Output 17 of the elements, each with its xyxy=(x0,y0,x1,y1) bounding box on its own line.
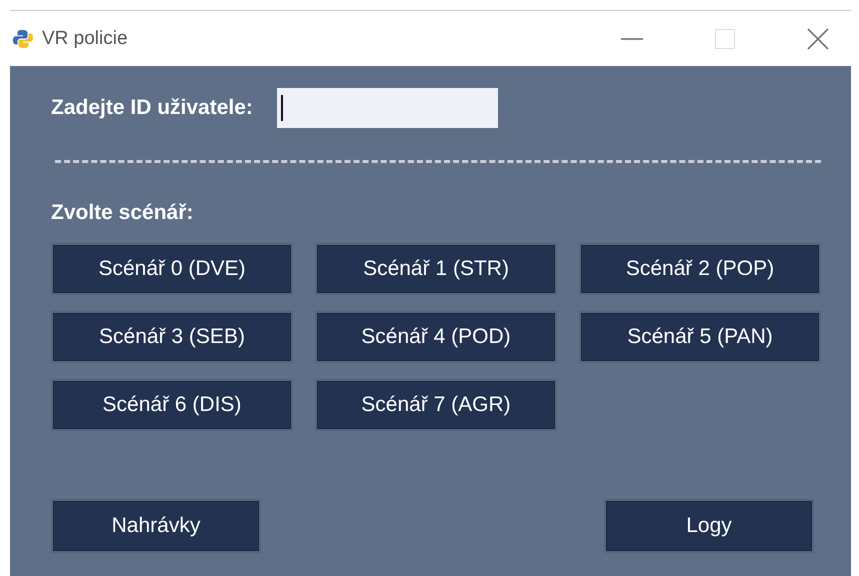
window-title: VR policie xyxy=(42,28,128,50)
app-logo-icon xyxy=(12,28,34,50)
scenario-label: Zvolte scénář: xyxy=(51,201,194,225)
scenario-button[interactable]: Scénář 3 (SEB) xyxy=(51,311,293,363)
close-icon[interactable] xyxy=(807,28,829,50)
action-button[interactable]: Logy xyxy=(604,499,814,553)
scenario-button[interactable]: Scénář 7 (AGR) xyxy=(315,379,557,431)
scenario-button[interactable]: Scénář 6 (DIS) xyxy=(51,379,293,431)
user-id-label: Zadejte ID uživatele: xyxy=(51,96,253,120)
scenario-button[interactable]: Scénář 1 (STR) xyxy=(315,243,557,295)
scenario-button[interactable]: Scénář 5 (PAN) xyxy=(579,311,821,363)
scenario-button[interactable]: Scénář 0 (DVE) xyxy=(51,243,293,295)
scenario-button[interactable]: Scénář 2 (POP) xyxy=(579,243,821,295)
action-button[interactable]: Nahrávky xyxy=(51,499,261,553)
minimize-icon[interactable] xyxy=(621,38,643,40)
user-id-field[interactable] xyxy=(276,88,498,128)
scenario-button[interactable]: Scénář 4 (POD) xyxy=(315,311,557,363)
